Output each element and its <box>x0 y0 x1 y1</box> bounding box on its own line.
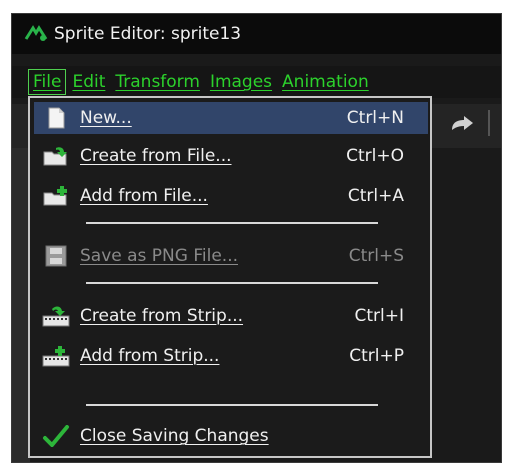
menu-bar: File Edit Transform Images Animation <box>12 66 501 98</box>
menu-separator <box>86 404 378 406</box>
shortcut-label: Ctrl+N <box>346 108 404 128</box>
shortcut-label: Ctrl+O <box>346 146 404 166</box>
strip-add-icon <box>42 346 70 367</box>
menu-item-label: Add from File... <box>80 186 208 206</box>
shortcut-label: Ctrl+P <box>349 346 404 366</box>
menu-item-create-from-file[interactable]: Create from File... Ctrl+O <box>34 140 428 172</box>
menu-edit[interactable]: Edit <box>68 70 109 94</box>
menu-separator <box>86 222 378 224</box>
strip-create-icon <box>42 306 70 327</box>
menu-item-create-from-strip[interactable]: Create from Strip... Ctrl+I <box>34 300 428 332</box>
checkmark-icon <box>43 425 69 447</box>
menu-transform[interactable]: Transform <box>111 70 204 94</box>
menu-animation[interactable]: Animation <box>278 70 373 94</box>
menu-separator <box>86 282 378 284</box>
new-page-icon <box>48 107 65 129</box>
redo-icon[interactable] <box>449 115 475 135</box>
menu-item-label: Save as PNG File... <box>80 246 239 266</box>
app-logo-icon <box>24 25 48 41</box>
menu-item-label: Add from Strip... <box>80 346 220 366</box>
shortcut-label: Ctrl+I <box>354 306 404 326</box>
file-dropdown-menu: New... Ctrl+N Create from File... Ctrl+O… <box>28 96 432 458</box>
shortcut-label: Ctrl+S <box>348 246 404 266</box>
folder-open-icon <box>43 147 67 166</box>
menu-item-new[interactable]: New... Ctrl+N <box>34 102 428 134</box>
menu-file[interactable]: File <box>28 69 67 95</box>
menu-item-label: Create from Strip... <box>80 306 244 326</box>
save-disk-icon <box>45 245 67 267</box>
menu-item-label: Create from File... <box>80 146 232 166</box>
shortcut-label: Ctrl+A <box>347 186 404 206</box>
title-bar[interactable]: Sprite Editor: sprite13 <box>12 14 501 54</box>
menu-item-label: Close Saving Changes <box>80 426 269 446</box>
menu-item-close-saving-changes[interactable]: Close Saving Changes <box>34 420 428 452</box>
folder-add-icon <box>43 186 67 206</box>
menu-images[interactable]: Images <box>206 70 276 94</box>
menu-item-add-from-strip[interactable]: Add from Strip... Ctrl+P <box>34 340 428 372</box>
menu-item-save-as-png[interactable]: Save as PNG File... Ctrl+S <box>34 240 428 272</box>
toolbar-separator <box>488 110 490 136</box>
window-title: Sprite Editor: sprite13 <box>54 24 242 44</box>
menu-item-add-from-file[interactable]: Add from File... Ctrl+A <box>34 180 428 212</box>
menu-item-label: New... <box>80 108 132 128</box>
